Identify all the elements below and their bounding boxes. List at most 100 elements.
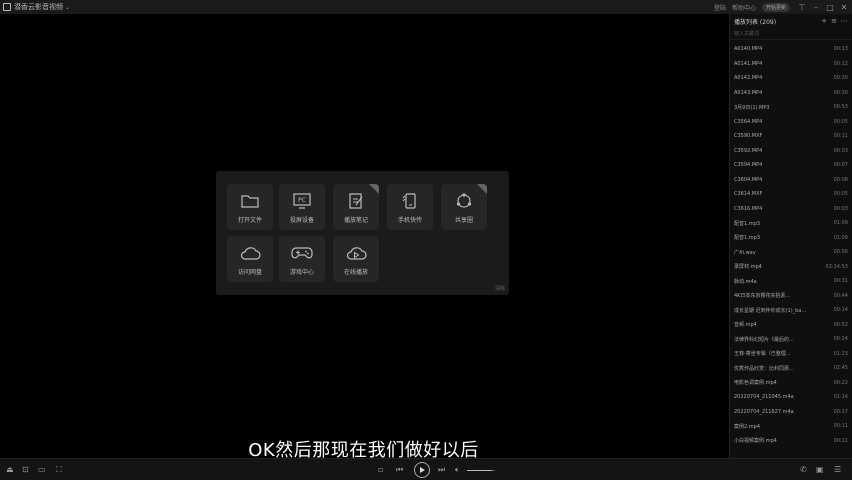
phone-transfer-tile[interactable]: 手机快传 — [387, 184, 433, 230]
playlist-search[interactable]: 输入关键词 — [730, 28, 852, 40]
add-icon[interactable]: + — [819, 17, 829, 25]
cast-device-tile[interactable]: PC 投屏设备 — [279, 184, 325, 230]
playlist-item[interactable]: A0142.MP4 00:30 — [730, 71, 852, 86]
playlist-item[interactable]: 脉动.m4a 00:31 — [730, 274, 852, 289]
eject-icon[interactable]: ⏏ — [6, 464, 14, 476]
playlist-item[interactable]: 20220704_211627.m4a 00:17 — [730, 405, 852, 420]
playlist-item-duration: 00:14 — [833, 307, 848, 314]
update-button[interactable]: 开始更新 — [761, 2, 790, 12]
playlist-item[interactable]: 小白视频案例.mp4 00:11 — [730, 434, 852, 449]
playlist-item[interactable]: A0143.MP4 00:30 — [730, 86, 852, 101]
playlist-item-name: A0143.MP4 — [734, 89, 763, 96]
volume-slider[interactable] — [467, 470, 495, 471]
playlist-item-name: 电影色调案例.mp4 — [734, 380, 777, 387]
tile-label: 投屏设备 — [289, 216, 314, 224]
control-bar: ⏏ ⊡ ▭ ⛶ ▫ ⏮ ⏭ 🔈︎ ✆ ▣ ☰ — [0, 458, 852, 480]
playlist-item-name: 配音1.mp3 — [734, 220, 760, 227]
playlist-item[interactable]: A0141.MP4 00:12 — [730, 57, 852, 72]
volume-icon[interactable]: 🔈︎ — [455, 464, 460, 476]
playlist-item-duration: 00:53 — [833, 104, 848, 111]
subtitle-icon[interactable]: ▭ — [38, 464, 46, 476]
playlist-item-name: 广州.wav — [734, 249, 756, 256]
playlist-item[interactable]: 成长星期 迟到伴你成长(1)_ba... 00:14 — [730, 303, 852, 318]
open-file-tile[interactable]: 打开文件 — [227, 184, 273, 230]
playlist-item-name: C3592.MP4 — [734, 147, 763, 154]
online-play-tile[interactable]: 在线播放 — [333, 236, 379, 282]
playlist-item-name: 案例2.mp4 — [734, 423, 760, 430]
next-icon[interactable]: ⏭ — [438, 464, 445, 476]
playlist-item[interactable]: 音频.mp4 00:52 — [730, 318, 852, 333]
playlist-item-name: 音频.mp4 — [734, 322, 757, 329]
share-circle-tile[interactable]: 共享圈 — [441, 184, 487, 230]
pin-icon[interactable]: ⊤ — [796, 3, 808, 12]
play-icon — [420, 467, 425, 473]
playlist-item[interactable]: A0140.MP4 00:13 — [730, 42, 852, 57]
maximize-icon[interactable]: □ — [824, 3, 836, 12]
playlist-item[interactable]: C3592.MP4 00:03 — [730, 144, 852, 159]
playlist-item[interactable]: C3564.MP4 00:05 — [730, 115, 852, 130]
pc-cast-icon: PC — [291, 191, 313, 211]
help-link[interactable]: 帮助中心 — [732, 3, 756, 12]
tile-label: 打开文件 — [237, 216, 262, 224]
new-badge-icon — [477, 184, 487, 194]
close-icon[interactable]: ✕ — [838, 3, 850, 12]
share-circle-icon — [453, 191, 475, 211]
playlist-item[interactable]: 优秀作品欣赏：比利同那... 02:45 — [730, 361, 852, 376]
list-icon[interactable]: ≡ — [829, 17, 839, 25]
play-notes-tile[interactable]: 播放笔记 — [333, 184, 379, 230]
chevron-down-icon[interactable]: ⌄ — [65, 4, 70, 11]
playlist-item[interactable]: 案例2.mp4 00:11 — [730, 419, 852, 434]
playlist-item[interactable]: 4K日本东京樱花实拍素... 00:44 — [730, 289, 852, 304]
playlist-item[interactable]: C3594.MP4 00:07 — [730, 158, 852, 173]
playlist-item[interactable]: 3月9日(1).MP3 00:53 — [730, 100, 852, 115]
game-center-tile[interactable]: 游戏中心 — [279, 236, 325, 282]
lock-icon[interactable]: ▣ — [816, 464, 824, 476]
playlist-item-name: 4K日本东京樱花实拍素... — [734, 293, 791, 300]
screenshot-icon[interactable]: ⊡ — [22, 464, 29, 476]
previous-icon[interactable]: ⏮ — [396, 464, 403, 476]
playlist-item[interactable]: 配音1.mp3 01:09 — [730, 231, 852, 246]
playlist-item-duration: 00:05 — [833, 191, 848, 198]
playlist-toggle-icon[interactable]: ☰ — [834, 464, 841, 476]
playlist-item[interactable]: C3590.MXF 00:11 — [730, 129, 852, 144]
playlist-item-duration: 00:30 — [833, 75, 848, 82]
playlist-item[interactable]: C3604.MP4 00:08 — [730, 173, 852, 188]
cloud-drive-tile[interactable]: 访问网盘 — [227, 236, 273, 282]
playlist-item[interactable]: 电影色调案例.mp4 00:22 — [730, 376, 852, 391]
playlist-item[interactable]: 录屏材.mp4 02:14:53 — [730, 260, 852, 275]
phone-icon[interactable]: ✆ — [800, 464, 807, 476]
playlist-item-name: 脉动.m4a — [734, 278, 757, 285]
fullscreen-icon[interactable]: ⛶ — [56, 464, 62, 476]
playlist-item-name: C3590.MXF — [734, 133, 763, 140]
playlist-item-duration: 02:45 — [833, 365, 848, 372]
search-placeholder: 输入关键词 — [734, 31, 760, 37]
playlist-item[interactable]: 配音1.mp3 01:09 — [730, 216, 852, 231]
playlist-item-duration: 02:14:53 — [825, 263, 848, 270]
playlist-item[interactable]: 20220704_211045.m4a 01:14 — [730, 390, 852, 405]
playlist-item-name: C3614.MXF — [734, 191, 763, 198]
playlist-title[interactable]: 播放列表 (209) — [734, 17, 776, 26]
app-logo-icon[interactable] — [3, 3, 11, 11]
play-button[interactable] — [414, 462, 430, 478]
playlist-item-name: C3594.MP4 — [734, 162, 763, 169]
playlist-item-name: A0142.MP4 — [734, 75, 763, 82]
clear-link[interactable]: 清除 — [495, 285, 505, 292]
minimize-icon[interactable]: – — [810, 3, 822, 12]
playlist-item-duration: 00:31 — [833, 278, 848, 285]
gamepad-icon — [291, 243, 313, 263]
login-link[interactable]: 登陆 — [714, 3, 726, 12]
title-bar: 潜香云影音视频 ⌄ 登陆 帮助中心 开始更新 ⊤ – □ ✕ — [0, 0, 852, 14]
playlist-item[interactable]: 广州.wav 00:56 — [730, 245, 852, 260]
playlist-item[interactable]: 王菲-乘坐专辑（已整理... 01:23 — [730, 347, 852, 362]
playlist-item-duration: 00:07 — [833, 162, 848, 169]
playlist-item-duration: 00:05 — [833, 118, 848, 125]
playlist-item[interactable]: C3616.MP4 00:03 — [730, 202, 852, 217]
playlist-item-name: C3604.MP4 — [734, 176, 763, 183]
app-title[interactable]: 潜香云影音视频 — [14, 2, 63, 12]
more-icon[interactable]: ⋯ — [839, 17, 849, 25]
playlist-item[interactable]: 法律界科幻短片《最后的... 00:24 — [730, 332, 852, 347]
notes-icon — [345, 191, 367, 211]
playlist-item[interactable]: C3614.MXF 00:05 — [730, 187, 852, 202]
playlist-item-duration: 00:24 — [833, 336, 848, 343]
stop-icon[interactable]: ▫ — [378, 464, 383, 476]
